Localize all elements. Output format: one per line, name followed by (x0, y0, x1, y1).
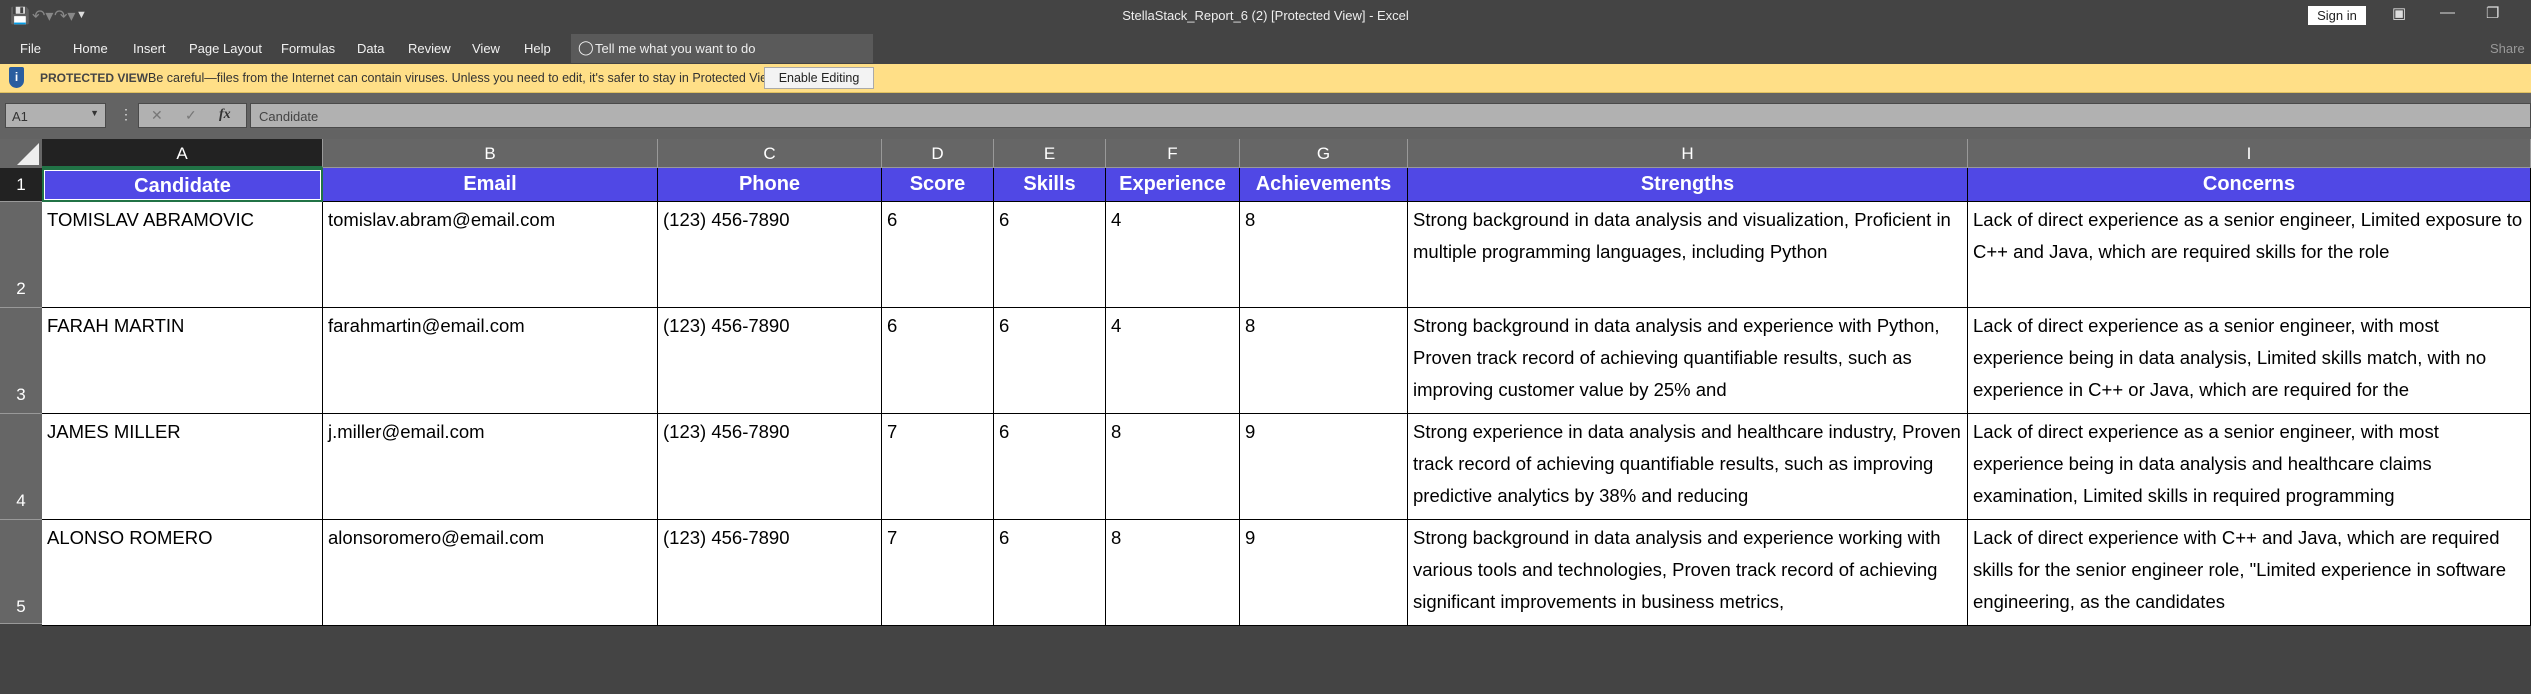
cell-a4[interactable]: JAMES MILLER (42, 414, 323, 520)
share-button[interactable]: Share (2490, 41, 2525, 56)
tab-page-layout[interactable]: Page Layout (189, 41, 262, 56)
header-cell-concerns[interactable]: Concerns (1968, 168, 2531, 202)
column-header-d[interactable]: D (882, 139, 994, 168)
formula-buttons: ✕ ✓ fx (138, 103, 247, 128)
window-title: StellaStack_Report_6 (2) [Protected View… (1122, 8, 1409, 23)
cell-h5[interactable]: Strong background in data analysis and e… (1408, 520, 1968, 626)
tab-insert[interactable]: Insert (133, 41, 166, 56)
name-box-value: A1 (12, 109, 28, 124)
cell-b2[interactable]: tomislav.abram@email.com (323, 202, 658, 308)
cell-d2[interactable]: 6 (882, 202, 994, 308)
header-cell-score[interactable]: Score (882, 168, 994, 202)
cell-i4[interactable]: Lack of direct experience as a senior en… (1968, 414, 2531, 520)
header-cell-phone[interactable]: Phone (658, 168, 882, 202)
column-header-e[interactable]: E (994, 139, 1106, 168)
cell-f4[interactable]: 8 (1106, 414, 1240, 520)
cancel-icon[interactable]: ✕ (151, 107, 163, 124)
tell-me-text: Tell me what you want to do (595, 41, 756, 56)
column-header-f[interactable]: F (1106, 139, 1240, 168)
cell-i2[interactable]: Lack of direct experience as a senior en… (1968, 202, 2531, 308)
cell-c3[interactable]: (123) 456-7890 (658, 308, 882, 414)
cell-b4[interactable]: j.miller@email.com (323, 414, 658, 520)
cell-c5[interactable]: (123) 456-7890 (658, 520, 882, 626)
tab-help[interactable]: Help (524, 41, 551, 56)
lightbulb-icon: ◯ (578, 39, 594, 55)
tell-me-search[interactable]: ◯ Tell me what you want to do (571, 34, 873, 63)
cell-h3[interactable]: Strong background in data analysis and e… (1408, 308, 1968, 414)
cell-f5[interactable]: 8 (1106, 520, 1240, 626)
sign-in-button[interactable]: Sign in (2308, 6, 2366, 25)
cell-d5[interactable]: 7 (882, 520, 994, 626)
shield-info-icon: i (9, 67, 24, 88)
cell-i3[interactable]: Lack of direct experience as a senior en… (1968, 308, 2531, 414)
protected-view-label: PROTECTED VIEW (40, 71, 149, 85)
enable-editing-button[interactable]: Enable Editing (764, 67, 874, 89)
row-header-2[interactable]: 2 (0, 202, 42, 308)
cell-d3[interactable]: 6 (882, 308, 994, 414)
cell-g2[interactable]: 8 (1240, 202, 1408, 308)
cell-f3[interactable]: 4 (1106, 308, 1240, 414)
row-header-1[interactable]: 1 (0, 168, 42, 202)
cell-h2[interactable]: Strong background in data analysis and v… (1408, 202, 1968, 308)
drag-handle-icon[interactable]: ⋮ (119, 106, 133, 123)
column-header-g[interactable]: G (1240, 139, 1408, 168)
ribbon-display-options-icon[interactable]: ▣ (2392, 4, 2406, 22)
cell-b3[interactable]: farahmartin@email.com (323, 308, 658, 414)
name-box[interactable]: A1 ▼ (5, 103, 106, 128)
header-cell-skills[interactable]: Skills (994, 168, 1106, 202)
protected-view-bar: i PROTECTED VIEW Be careful—files from t… (0, 64, 2531, 93)
cell-i5[interactable]: Lack of direct experience with C++ and J… (1968, 520, 2531, 626)
chevron-down-icon[interactable]: ▼ (90, 108, 99, 118)
cell-e3[interactable]: 6 (994, 308, 1106, 414)
column-header-h[interactable]: H (1408, 139, 1968, 168)
select-all-button[interactable] (0, 139, 42, 168)
tab-review[interactable]: Review (408, 41, 451, 56)
cell-h4[interactable]: Strong experience in data analysis and h… (1408, 414, 1968, 520)
tab-home[interactable]: Home (73, 41, 108, 56)
tab-view[interactable]: View (472, 41, 500, 56)
tab-file[interactable]: File (20, 41, 41, 56)
cell-e5[interactable]: 6 (994, 520, 1106, 626)
cell-a5[interactable]: ALONSO ROMERO (42, 520, 323, 626)
minimize-icon[interactable]: — (2440, 4, 2455, 21)
row-header-4[interactable]: 4 (0, 414, 42, 520)
cell-g3[interactable]: 8 (1240, 308, 1408, 414)
tab-formulas[interactable]: Formulas (281, 41, 335, 56)
column-header-c[interactable]: C (658, 139, 882, 168)
row-header-5[interactable]: 5 (0, 520, 42, 624)
cell-d4[interactable]: 7 (882, 414, 994, 520)
column-header-b[interactable]: B (323, 139, 658, 168)
tab-data[interactable]: Data (357, 41, 384, 56)
restore-icon[interactable]: ❐ (2486, 4, 2499, 22)
row-header-3[interactable]: 3 (0, 308, 42, 414)
insert-function-icon[interactable]: fx (219, 107, 231, 123)
cell-b5[interactable]: alonsoromero@email.com (323, 520, 658, 626)
header-cell-candidate[interactable]: Candidate (42, 168, 323, 202)
header-cell-strengths[interactable]: Strengths (1408, 168, 1968, 202)
header-cell-achievements[interactable]: Achievements (1240, 168, 1408, 202)
column-header-a[interactable]: A (42, 139, 323, 168)
cell-a2[interactable]: TOMISLAV ABRAMOVIC (42, 202, 323, 308)
protected-view-message: Be careful—files from the Internet can c… (148, 71, 779, 85)
cell-g4[interactable]: 9 (1240, 414, 1408, 520)
formula-input[interactable]: Candidate (250, 103, 2531, 128)
cell-c4[interactable]: (123) 456-7890 (658, 414, 882, 520)
enter-icon[interactable]: ✓ (185, 107, 197, 124)
cell-c2[interactable]: (123) 456-7890 (658, 202, 882, 308)
cell-a3[interactable]: FARAH MARTIN (42, 308, 323, 414)
header-cell-experience[interactable]: Experience (1106, 168, 1240, 202)
column-header-i[interactable]: I (1968, 139, 2531, 168)
cell-f2[interactable]: 4 (1106, 202, 1240, 308)
header-cell-email[interactable]: Email (323, 168, 658, 202)
cell-e2[interactable]: 6 (994, 202, 1106, 308)
cell-e4[interactable]: 6 (994, 414, 1106, 520)
cell-g5[interactable]: 9 (1240, 520, 1408, 626)
